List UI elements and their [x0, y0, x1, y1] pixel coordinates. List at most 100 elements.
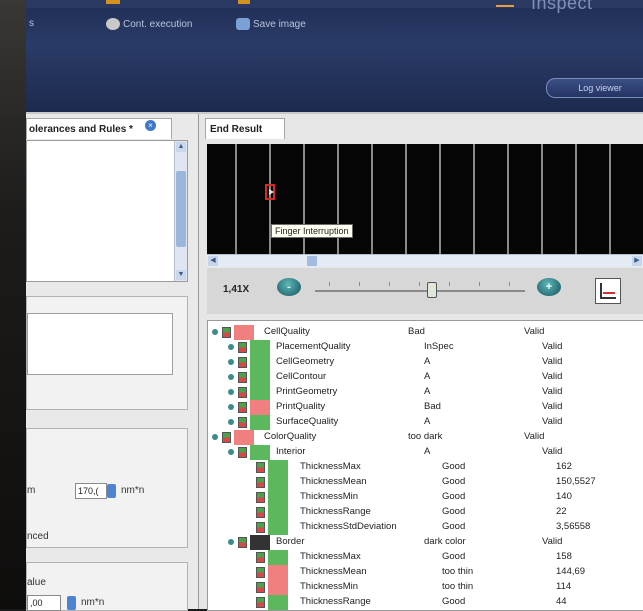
toolbar-icon-partial-2 — [238, 0, 250, 4]
tree-row-result: Good — [442, 461, 466, 472]
status-flag-icon — [256, 462, 265, 473]
tree-row[interactable]: ThicknessMean too thin 144,69 — [208, 565, 643, 580]
tree-row[interactable]: Interior A Valid — [208, 445, 643, 460]
save-image-label: Save image — [253, 18, 306, 30]
slider-tick — [479, 282, 480, 286]
tree-row[interactable]: Border dark color Valid — [208, 535, 643, 550]
finger-line — [473, 144, 475, 254]
rules-list[interactable]: ▲ ▼ — [26, 140, 188, 282]
expand-node-icon[interactable] — [228, 419, 234, 425]
tree-row-result: too dark — [408, 431, 443, 442]
status-color-swatch — [250, 535, 270, 550]
tree-row[interactable]: ThicknessRange Good 44 — [208, 595, 643, 610]
value-stepper[interactable] — [67, 596, 76, 610]
tree-row[interactable]: PrintQuality Bad Valid — [208, 400, 643, 415]
scroll-right-icon[interactable]: ▶ — [632, 256, 642, 266]
tree-row-value: Valid — [524, 326, 545, 337]
status-color-swatch — [268, 520, 288, 535]
status-flag-icon — [256, 582, 265, 593]
scroll-thumb[interactable] — [176, 171, 186, 247]
rules-list-scrollbar[interactable]: ▲ ▼ — [174, 141, 187, 281]
tree-row[interactable]: PlacementQuality InSpec Valid — [208, 340, 643, 355]
top-toolbar: Inspect s Cont. execution Save image Log… — [26, 0, 643, 114]
toolbar-item-partial-label: s — [29, 18, 34, 29]
tree-row-value: Valid — [524, 431, 545, 442]
value-unit: nm*n — [81, 597, 105, 608]
expand-node-icon[interactable] — [228, 539, 234, 545]
tree-row-value: 114 — [556, 581, 572, 592]
finger-line — [575, 144, 577, 254]
tree-row-result: Bad — [424, 401, 441, 412]
value-label: alue — [27, 577, 46, 588]
status-flag-icon — [256, 522, 265, 533]
status-color-swatch — [268, 565, 288, 580]
chart-view-icon[interactable] — [595, 278, 621, 304]
tab-close-icon[interactable]: × — [145, 120, 156, 131]
zoom-level: 1,41X — [223, 284, 250, 295]
parameter-value-stepper[interactable] — [107, 484, 116, 498]
scroll-left-icon[interactable]: ◀ — [208, 256, 218, 266]
status-color-swatch — [250, 340, 270, 355]
tab-end-result[interactable]: End Result — [205, 118, 285, 139]
tree-row-value: Valid — [542, 386, 563, 397]
tree-row[interactable]: ThicknessMax Good 162 — [208, 460, 643, 475]
viewer-scroll-thumb[interactable] — [307, 256, 317, 266]
expand-node-icon[interactable] — [228, 374, 234, 380]
tree-row[interactable]: ThicknessMin Good 140 — [208, 490, 643, 505]
tree-row[interactable]: PrintGeometry A Valid — [208, 385, 643, 400]
expand-node-icon[interactable] — [228, 389, 234, 395]
results-tree[interactable]: CellQuality Bad Valid PlacementQuality InSpe… — [207, 320, 643, 611]
tree-row[interactable]: ThicknessStdDeviation Good 3,56558 — [208, 520, 643, 535]
log-viewer-button[interactable]: Log viewer — [546, 78, 643, 98]
tree-row[interactable]: CellContour A Valid — [208, 370, 643, 385]
status-color-swatch — [250, 370, 270, 385]
tree-row[interactable]: CellGeometry A Valid — [208, 355, 643, 370]
expand-node-icon[interactable] — [228, 344, 234, 350]
zoom-slider-track[interactable] — [315, 290, 525, 292]
tree-row-name: ThicknessMean — [300, 566, 367, 577]
defect-marker[interactable] — [265, 184, 275, 200]
tree-row[interactable]: SurfaceQuality A Valid — [208, 415, 643, 430]
description-textarea[interactable] — [27, 313, 173, 375]
save-image-button[interactable]: Save image — [236, 18, 306, 30]
toolbar-icon-partial — [106, 0, 120, 4]
tree-row[interactable]: ThicknessMax Good 158 — [208, 550, 643, 565]
zoom-out-button[interactable]: - — [277, 278, 301, 296]
toolbar-item-partial[interactable]: s — [29, 18, 34, 29]
status-color-swatch — [268, 550, 288, 565]
zoom-in-button[interactable]: + — [537, 278, 561, 296]
finger-line — [235, 144, 237, 254]
expand-node-icon[interactable] — [212, 434, 218, 440]
expand-node-icon[interactable] — [212, 329, 218, 335]
value-group: alue ,00 nm*n — [26, 562, 188, 611]
status-color-swatch — [250, 415, 270, 430]
expand-node-icon[interactable] — [228, 404, 234, 410]
tree-row[interactable]: ThicknessMean Good 150,5527 — [208, 475, 643, 490]
tree-row[interactable]: CellQuality Bad Valid — [208, 325, 643, 340]
tree-row-value: Valid — [542, 371, 563, 382]
cont-execution-button[interactable]: Cont. execution — [106, 18, 193, 30]
tree-row[interactable]: ThicknessRange Good 22 — [208, 505, 643, 520]
status-color-swatch — [234, 325, 254, 340]
tree-row-result: Good — [442, 521, 466, 532]
parameter-value-input[interactable]: 170,( — [75, 483, 107, 499]
status-flag-icon — [256, 507, 265, 518]
tree-row[interactable]: ColorQuality too dark Valid — [208, 430, 643, 445]
scroll-up-icon[interactable]: ▲ — [176, 142, 186, 152]
slider-tick — [509, 282, 510, 286]
zoom-slider-knob[interactable] — [427, 282, 437, 298]
tree-row-name: CellContour — [276, 371, 327, 382]
tree-row-value: Valid — [542, 341, 563, 352]
status-flag-icon — [256, 552, 265, 563]
parameter-value-unit: nm*n — [121, 485, 145, 496]
viewer-horizontal-scrollbar[interactable]: ◀ ▶ — [207, 254, 643, 267]
tree-row-result: dark color — [424, 536, 466, 547]
expand-node-icon[interactable] — [228, 449, 234, 455]
scroll-down-icon[interactable]: ▼ — [176, 270, 186, 280]
status-flag-icon — [222, 327, 231, 338]
expand-node-icon[interactable] — [228, 359, 234, 365]
tree-row[interactable]: ThicknessMin too thin 114 — [208, 580, 643, 595]
status-flag-icon — [238, 372, 247, 383]
tree-row-result: A — [424, 371, 431, 382]
tree-row-result: A — [424, 356, 431, 367]
